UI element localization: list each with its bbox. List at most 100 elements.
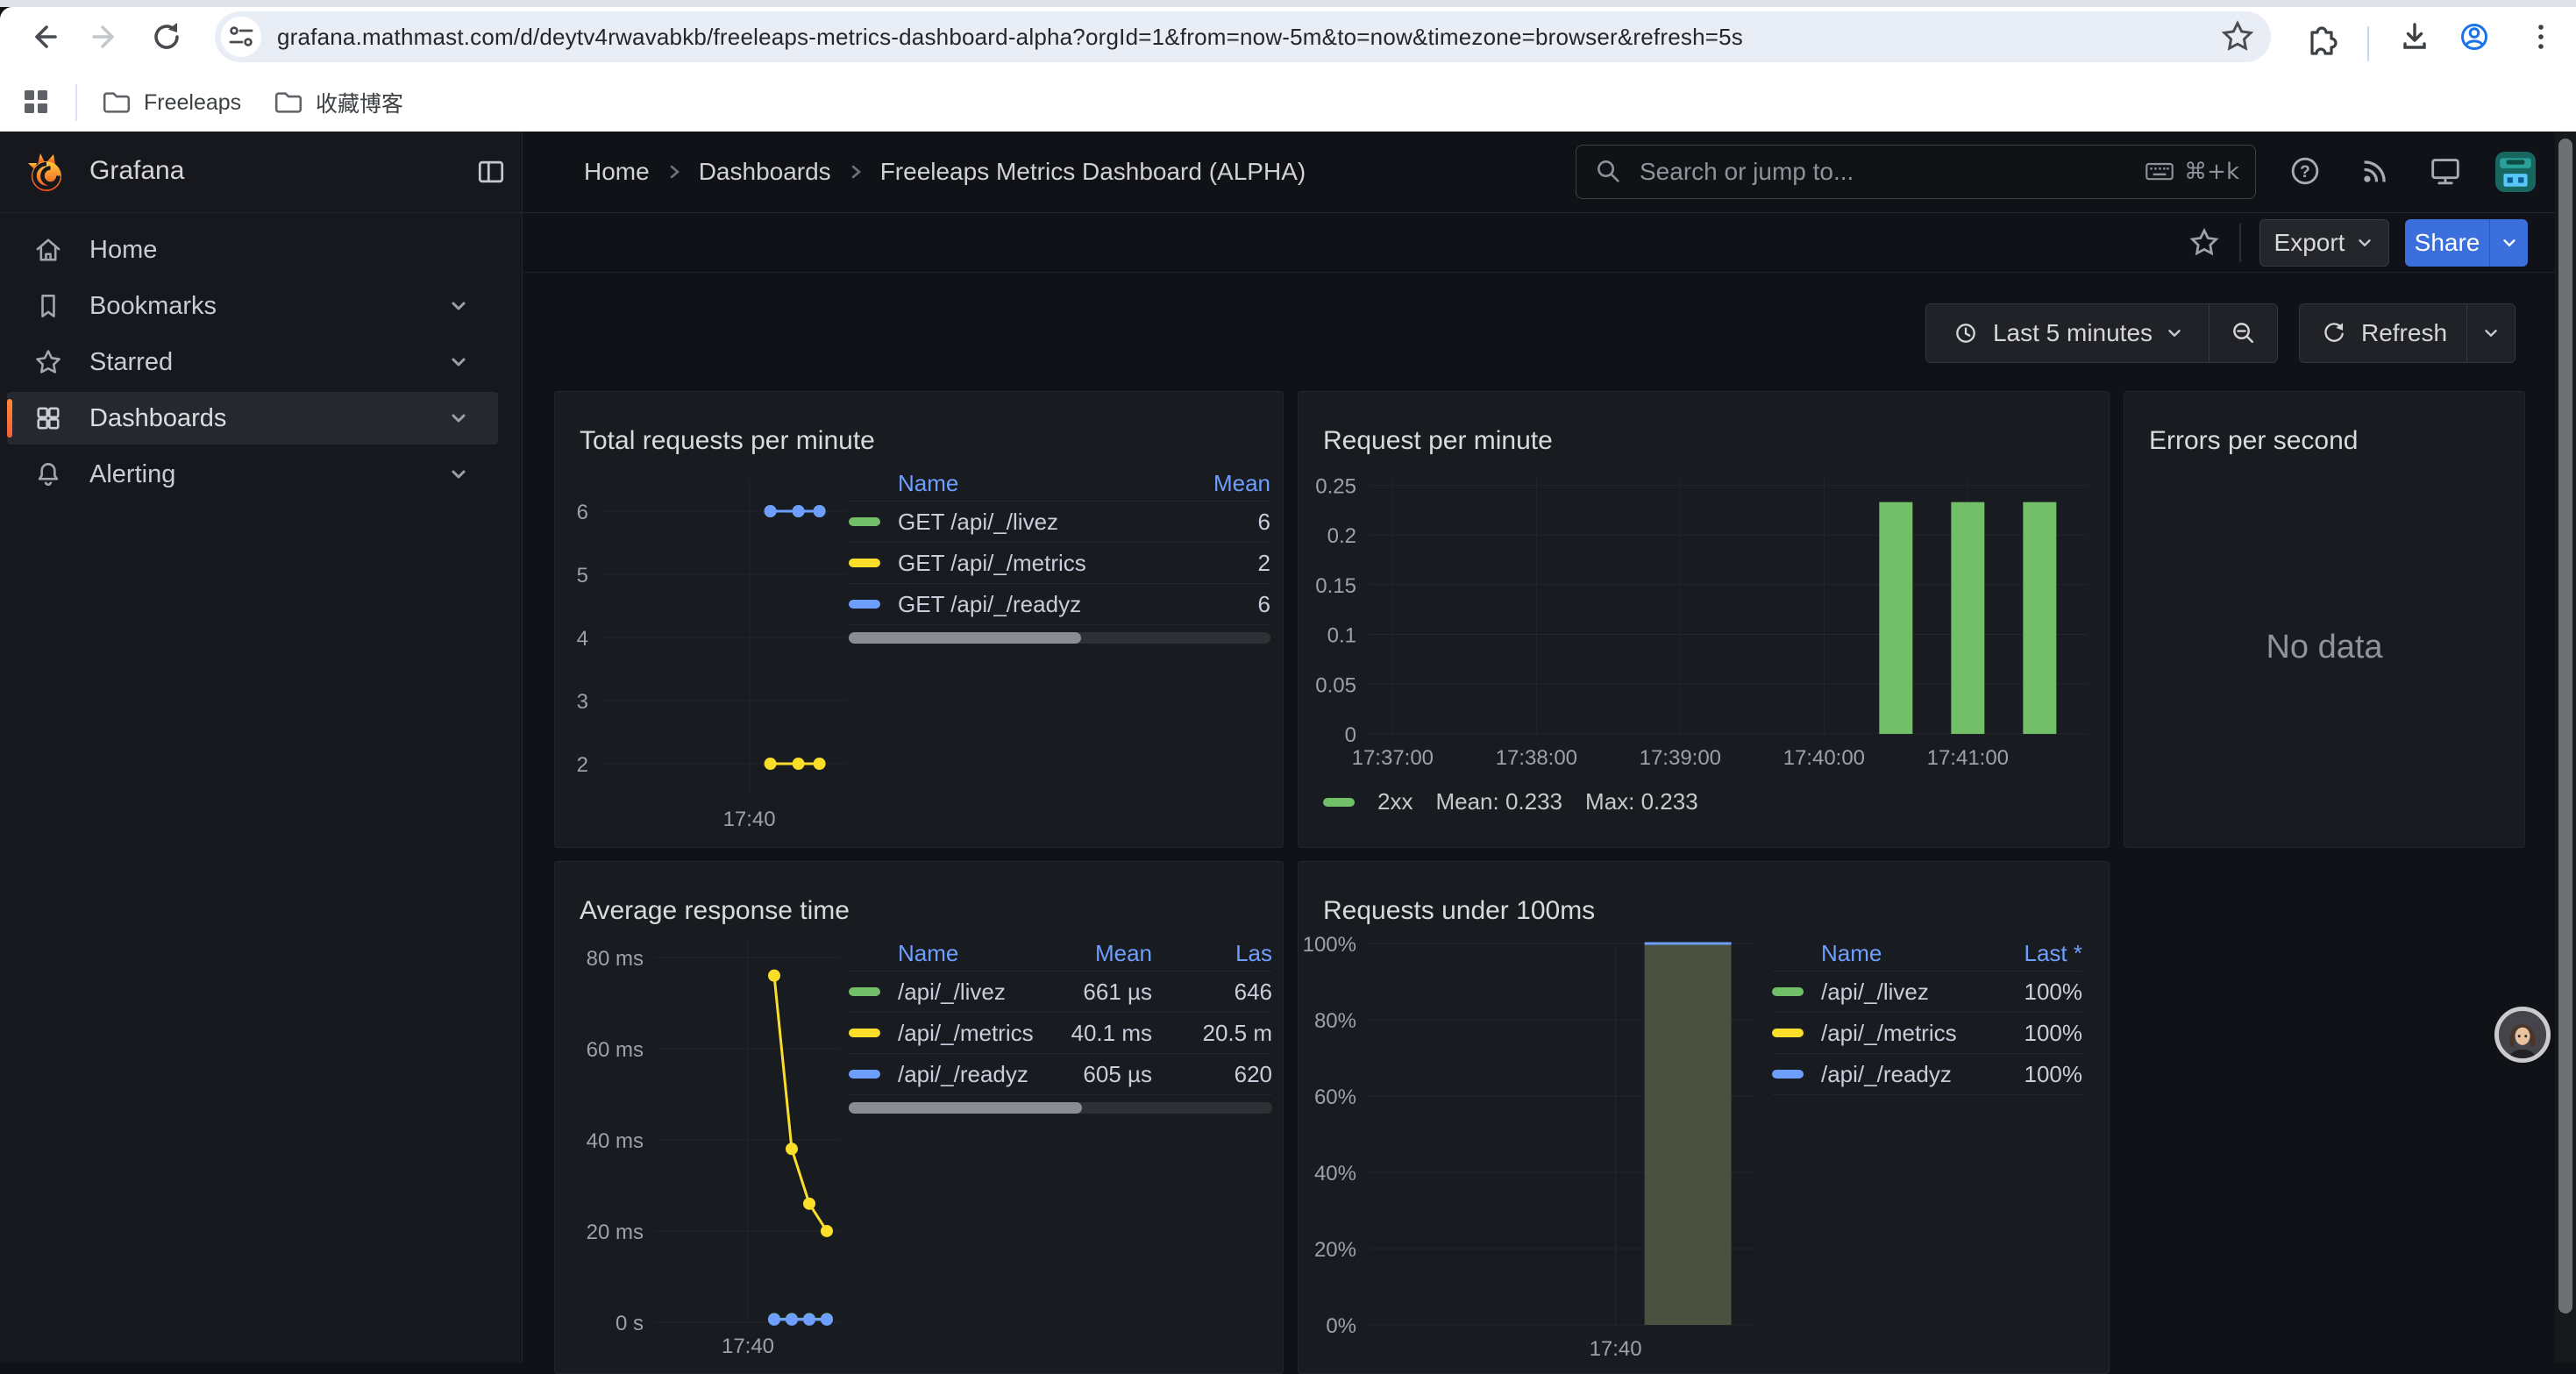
series-color-pill bbox=[849, 559, 880, 567]
svg-text:80 ms: 80 ms bbox=[587, 947, 644, 971]
share-dropdown-button[interactable] bbox=[2489, 219, 2528, 267]
series-color-pill bbox=[849, 600, 880, 609]
refresh-interval-dropdown[interactable] bbox=[2466, 304, 2515, 362]
sidebar-item-bookmarks[interactable]: Bookmarks bbox=[7, 280, 498, 332]
svg-text:60%: 60% bbox=[1314, 1086, 1356, 1109]
chart-legend[interactable]: 2xx Mean: 0.233 Max: 0.233 bbox=[1323, 788, 1698, 815]
legend-table-row[interactable]: GET /api/_/livez6 bbox=[849, 502, 1270, 543]
legend-table-row[interactable]: /api/_/metrics40.1 ms20.5 m bbox=[849, 1013, 1272, 1054]
floating-assistant-avatar[interactable] bbox=[2494, 1007, 2551, 1063]
export-button[interactable]: Export bbox=[2259, 219, 2389, 267]
no-data-message: No data bbox=[2124, 629, 2524, 666]
zoom-out-button[interactable] bbox=[2209, 304, 2277, 362]
legend-table: NameMeanLas/api/_/livez661 µs646/api/_/m… bbox=[849, 936, 1272, 1114]
breadcrumb-dashboards[interactable]: Dashboards bbox=[699, 158, 831, 186]
caret-down-icon bbox=[2500, 233, 2519, 253]
browser-toolbar: grafana.mathmast.com/d/deytv4rwavabkb/fr… bbox=[0, 7, 2576, 74]
dock-sidebar-icon[interactable] bbox=[473, 154, 509, 189]
search-box[interactable]: ⌘+k bbox=[1576, 145, 2256, 199]
panel-total-requests[interactable]: Total requests per minute 6543217:40 Nam… bbox=[554, 391, 1284, 848]
svg-text:0.15: 0.15 bbox=[1315, 574, 1356, 598]
legend-scrollbar[interactable] bbox=[849, 632, 1270, 644]
refresh-button[interactable]: Refresh bbox=[2300, 304, 2466, 362]
browser-reload-button[interactable] bbox=[147, 18, 186, 56]
download-icon[interactable] bbox=[2395, 18, 2434, 56]
series-name: /api/_/readyz bbox=[1821, 1061, 1977, 1088]
series-color-pill bbox=[849, 1029, 880, 1037]
panel-errors-per-second[interactable]: Errors per second No data bbox=[2124, 391, 2525, 848]
news-rss-icon[interactable] bbox=[2357, 153, 2394, 189]
favorite-star-icon[interactable] bbox=[2187, 225, 2222, 260]
chevron-down-icon[interactable] bbox=[445, 405, 472, 431]
share-button[interactable]: Share bbox=[2405, 219, 2489, 267]
svg-text:100%: 100% bbox=[1303, 933, 1356, 957]
svg-text:0.05: 0.05 bbox=[1315, 673, 1356, 697]
bookmark-folder-blogs[interactable]: 收藏博客 bbox=[272, 84, 403, 121]
refresh-group: Refresh bbox=[2299, 303, 2516, 363]
legend-table-row[interactable]: /api/_/metrics100% bbox=[1772, 1013, 2082, 1054]
legend-table-row[interactable]: /api/_/readyz100% bbox=[1772, 1054, 2082, 1095]
top-navigation: Home Dashboards Freeleaps Metrics Dashbo… bbox=[523, 132, 2576, 213]
help-icon[interactable]: ? bbox=[2287, 153, 2323, 189]
caret-down-icon bbox=[2355, 233, 2374, 253]
search-shortcut: ⌘+k bbox=[2144, 156, 2239, 188]
column-header[interactable]: Las bbox=[1152, 940, 1272, 967]
column-header[interactable]: Mean bbox=[1059, 940, 1152, 967]
user-avatar[interactable] bbox=[2495, 152, 2536, 192]
series-value: 661 µs bbox=[1059, 979, 1152, 1006]
bookmark-star-icon[interactable] bbox=[2218, 18, 2257, 56]
legend-table-row[interactable]: /api/_/livez661 µs646 bbox=[849, 972, 1272, 1013]
profile-icon[interactable] bbox=[2455, 18, 2494, 56]
panel-requests-under-100ms[interactable]: Requests under 100ms 100%80%60%40%20%0%1… bbox=[1298, 861, 2110, 1374]
sidebar-item-home[interactable]: Home bbox=[7, 224, 498, 276]
chevron-down-icon[interactable] bbox=[445, 349, 472, 375]
column-header[interactable]: Mean bbox=[1190, 470, 1270, 497]
panel-title: Errors per second bbox=[2149, 426, 2358, 456]
time-range-picker[interactable]: Last 5 minutes bbox=[1926, 304, 2209, 362]
svg-text:20%: 20% bbox=[1314, 1238, 1356, 1262]
sidebar-item-starred[interactable]: Starred bbox=[7, 336, 498, 388]
svg-text:?: ? bbox=[2300, 163, 2310, 182]
browser-back-button[interactable] bbox=[25, 18, 63, 56]
svg-text:6: 6 bbox=[577, 501, 588, 524]
column-header[interactable]: Last * bbox=[1977, 940, 2082, 967]
bookmark-label: Freeleaps bbox=[144, 90, 241, 116]
sidebar: Grafana Home Bookmarks Starred Dash bbox=[0, 132, 523, 1363]
svg-text:2: 2 bbox=[577, 753, 588, 777]
series-value: 100% bbox=[1977, 1020, 2082, 1047]
series-value: 100% bbox=[1977, 979, 2082, 1006]
apps-grid-icon[interactable] bbox=[19, 85, 53, 118]
chevron-down-icon[interactable] bbox=[445, 293, 472, 319]
breadcrumb-home[interactable]: Home bbox=[584, 158, 650, 186]
extensions-icon[interactable] bbox=[2302, 18, 2341, 56]
legend-series-name[interactable]: 2xx bbox=[1377, 788, 1413, 815]
panel-request-per-minute[interactable]: Request per minute 0.250.20.150.10.05017… bbox=[1298, 391, 2110, 848]
legend-table-row[interactable]: /api/_/livez100% bbox=[1772, 972, 2082, 1013]
kiosk-monitor-icon[interactable] bbox=[2427, 153, 2464, 189]
search-input[interactable] bbox=[1638, 157, 2144, 187]
site-settings-icon[interactable] bbox=[221, 17, 261, 57]
series-name: /api/_/metrics bbox=[1821, 1020, 1977, 1047]
legend-scrollbar[interactable] bbox=[849, 1102, 1272, 1114]
sidebar-item-alerting[interactable]: Alerting bbox=[7, 448, 498, 501]
series-color-pill bbox=[849, 1070, 880, 1079]
sidebar-item-dashboards[interactable]: Dashboards bbox=[7, 392, 498, 445]
series-color-pill bbox=[1772, 1029, 1804, 1037]
url-text[interactable]: grafana.mathmast.com/d/deytv4rwavabkb/fr… bbox=[277, 24, 2218, 51]
browser-forward-button[interactable] bbox=[86, 18, 125, 56]
browser-menu-icon[interactable] bbox=[2522, 18, 2560, 56]
panel-average-response-time[interactable]: Average response time 80 ms60 ms40 ms20 … bbox=[554, 861, 1284, 1374]
bookmark-folder-freeleaps[interactable]: Freeleaps bbox=[100, 84, 241, 121]
grafana-app-title: Grafana bbox=[89, 156, 184, 186]
legend-table-row[interactable]: /api/_/readyz605 µs620 bbox=[849, 1054, 1272, 1095]
svg-text:0: 0 bbox=[1345, 723, 1356, 747]
url-bar[interactable]: grafana.mathmast.com/d/deytv4rwavabkb/fr… bbox=[215, 11, 2271, 62]
svg-text:80%: 80% bbox=[1314, 1009, 1356, 1033]
legend-table-row[interactable]: GET /api/_/metrics2 bbox=[849, 543, 1270, 584]
grafana-logo-icon[interactable] bbox=[26, 151, 67, 195]
series-name: /api/_/livez bbox=[1821, 979, 1977, 1006]
legend-table-row[interactable]: GET /api/_/readyz6 bbox=[849, 584, 1270, 625]
breadcrumb-current: Freeleaps Metrics Dashboard (ALPHA) bbox=[880, 158, 1306, 186]
page-scrollbar-thumb[interactable] bbox=[2558, 139, 2572, 1313]
chevron-down-icon[interactable] bbox=[445, 461, 472, 488]
